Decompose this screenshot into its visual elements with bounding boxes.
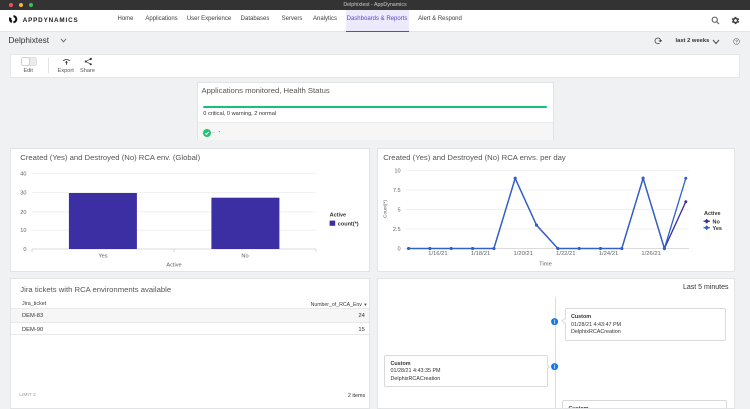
svg-text:10: 10 (394, 168, 400, 174)
svg-text:0: 0 (397, 246, 400, 252)
svg-text:5: 5 (397, 207, 400, 213)
svg-text:40: 40 (20, 171, 26, 177)
svg-text:1/26/21: 1/26/21 (641, 251, 660, 257)
svg-text:1/24/21: 1/24/21 (599, 251, 618, 257)
svg-text:count(*): count(*) (338, 221, 359, 227)
svg-text:Yes: Yes (98, 253, 107, 259)
svg-text:Time: Time (539, 261, 552, 267)
svg-text:1/18/21: 1/18/21 (471, 251, 490, 257)
svg-text:0: 0 (23, 247, 26, 253)
svg-text:No: No (713, 219, 721, 225)
svg-text:10: 10 (20, 228, 26, 234)
svg-text:2.5: 2.5 (393, 227, 401, 233)
svg-text:Yes: Yes (713, 225, 722, 231)
svg-text:Active: Active (330, 212, 347, 218)
svg-text:Active: Active (704, 210, 721, 216)
svg-text:Count(*): Count(*) (383, 199, 389, 217)
svg-text:Active: Active (166, 262, 181, 268)
svg-text:30: 30 (20, 190, 26, 196)
svg-text:1/16/21: 1/16/21 (428, 251, 447, 257)
svg-text:7.5: 7.5 (393, 188, 401, 194)
svg-text:1/22/21: 1/22/21 (556, 251, 575, 257)
svg-text:No: No (241, 253, 248, 259)
svg-text:20: 20 (20, 209, 26, 215)
svg-text:1/20/21: 1/20/21 (514, 251, 533, 257)
